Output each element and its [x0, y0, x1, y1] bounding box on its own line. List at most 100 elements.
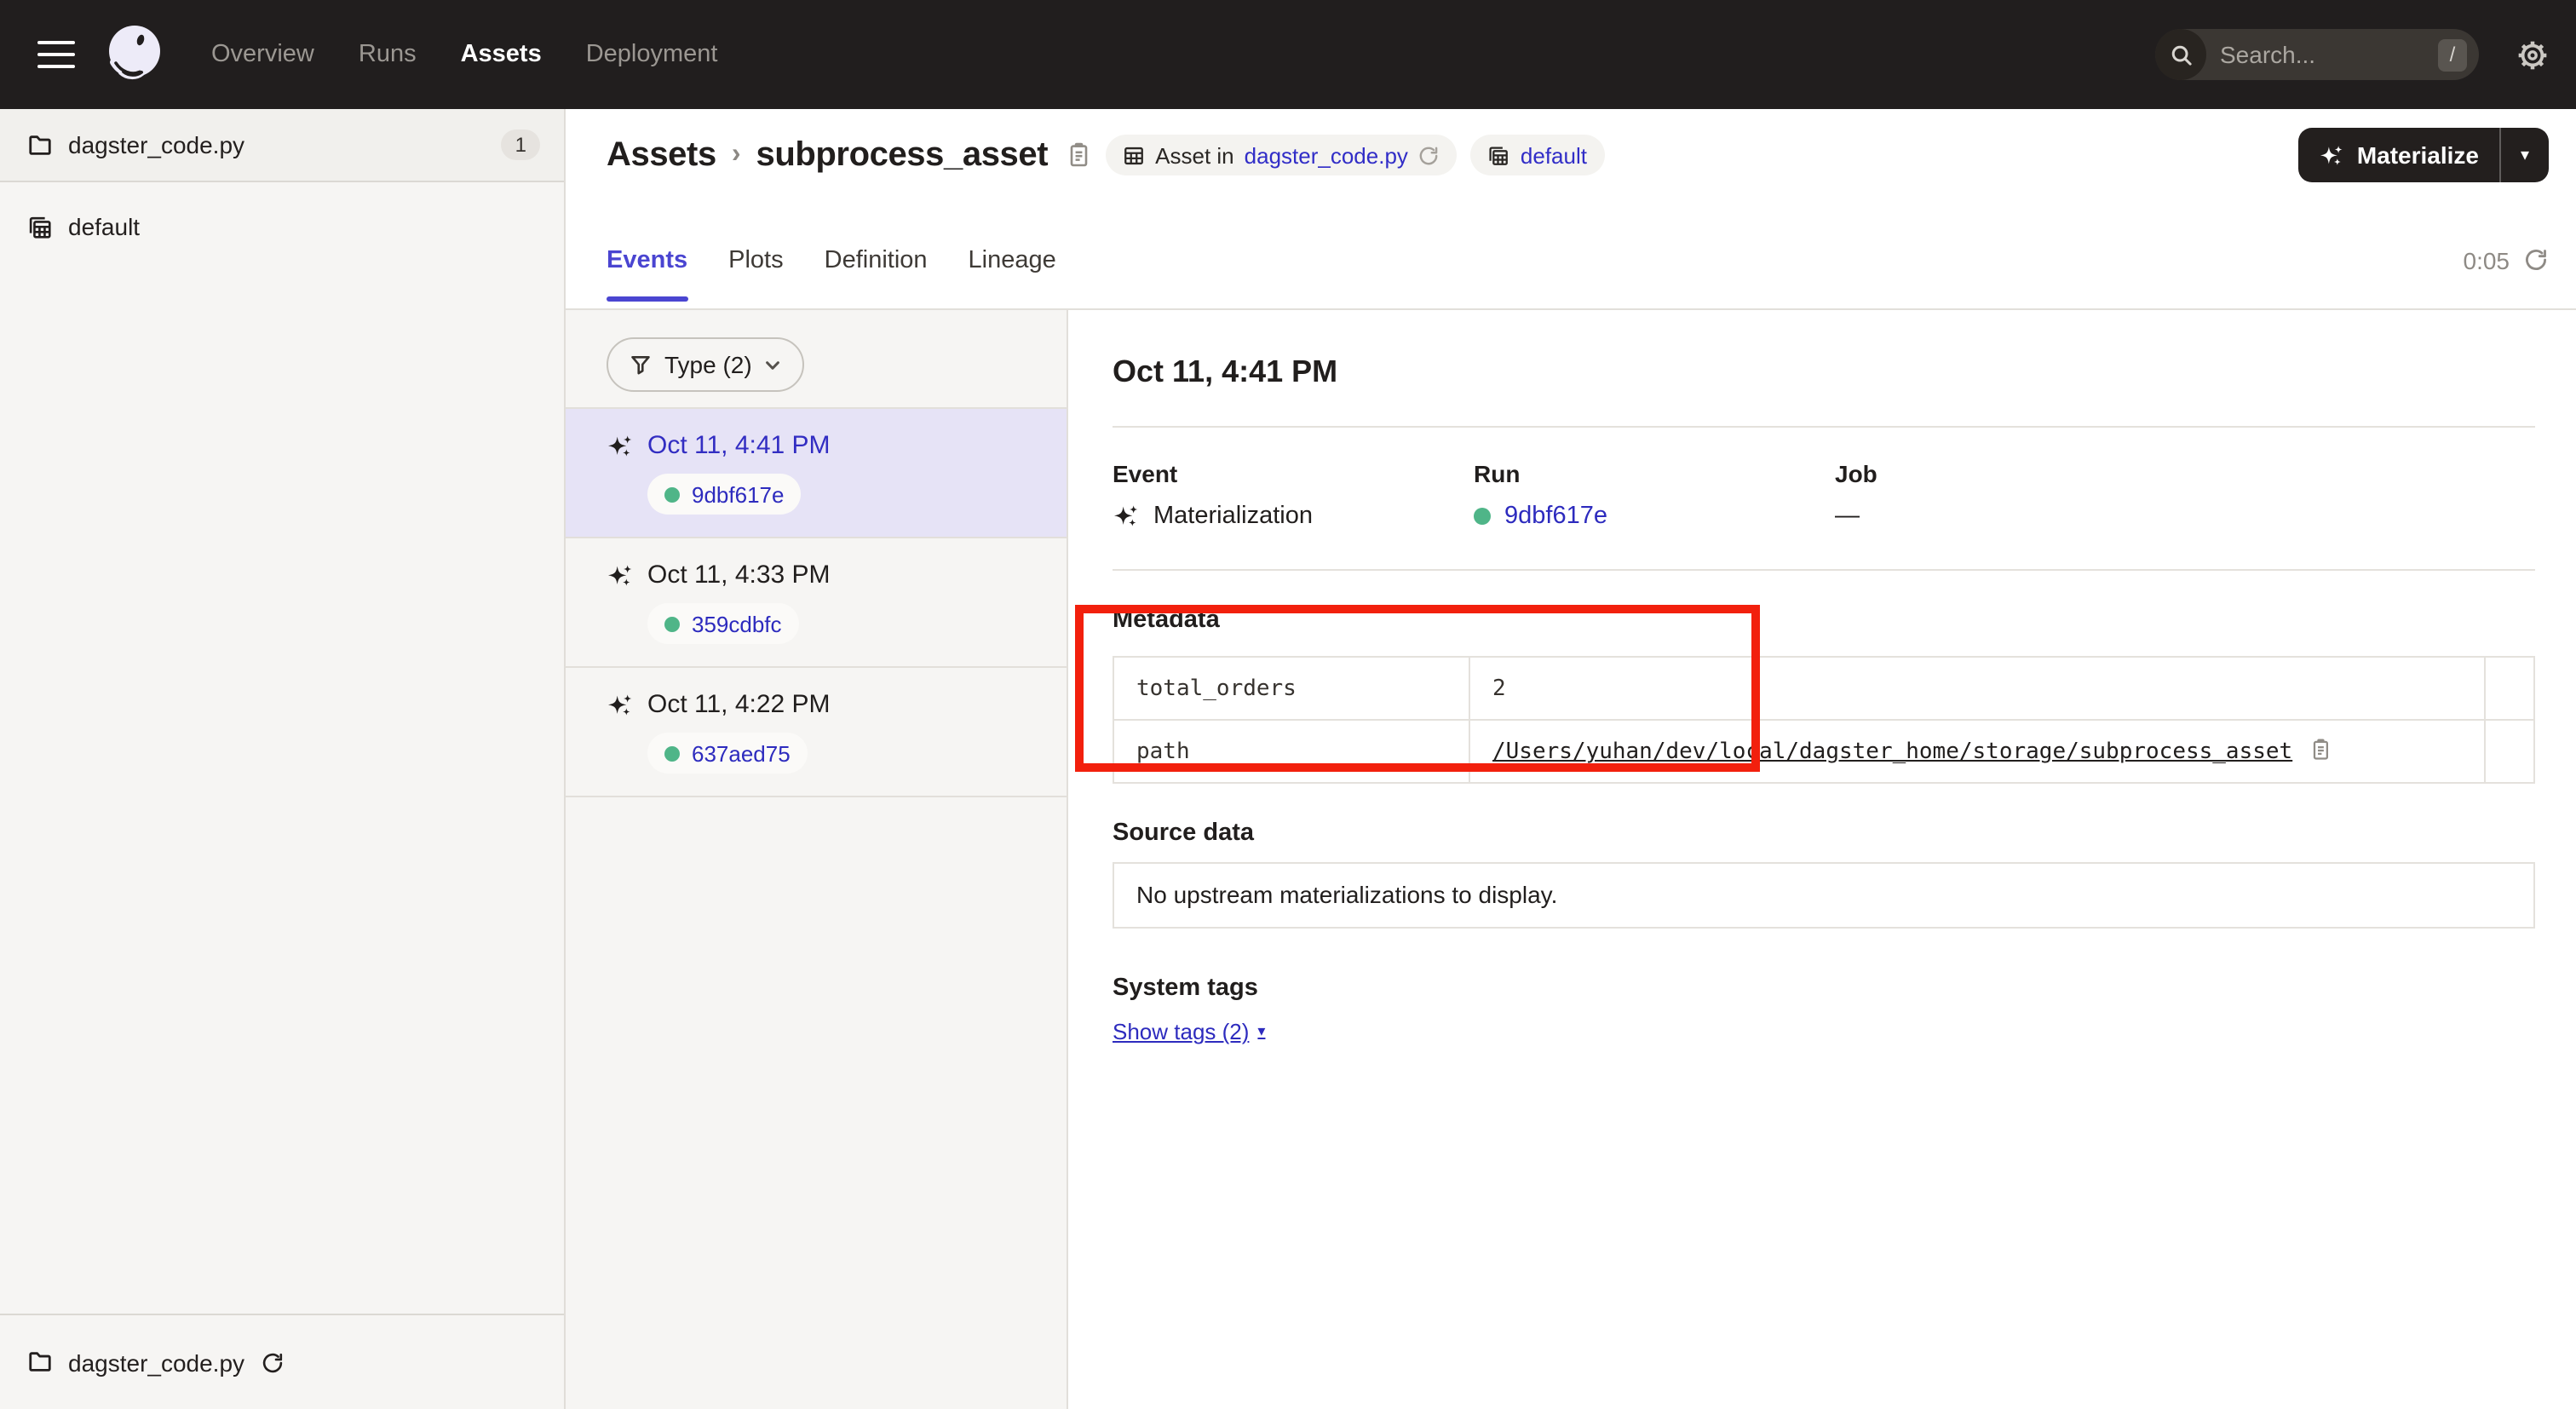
- path-link[interactable]: /Users/yuhan/dev/local/dagster_home/stor…: [1492, 739, 2292, 765]
- show-tags-toggle[interactable]: Show tags (2) ▾: [1113, 1019, 1265, 1044]
- reload-definitions-icon[interactable]: [1418, 144, 1440, 166]
- tab-plots[interactable]: Plots: [728, 211, 784, 308]
- run-chip[interactable]: 9dbf617e: [647, 474, 801, 515]
- event-row[interactable]: Oct 11, 4:41 PM 9dbf617e: [566, 409, 1067, 538]
- event-type-value: Materialization: [1153, 503, 1313, 530]
- metadata-table: total_orders 2 path /Users/yuhan/dev/loc…: [1113, 656, 2535, 784]
- main-content: Assets › subprocess_asset Asset in dagst…: [566, 109, 2576, 1409]
- menu-icon[interactable]: [37, 41, 75, 68]
- materialization-icon: [1113, 503, 1140, 530]
- tab-events[interactable]: Events: [607, 211, 687, 308]
- breadcrumb: Assets › subprocess_asset Asset in dagst…: [607, 135, 1604, 175]
- metadata-heading: Metadata: [1113, 607, 2535, 634]
- event-column: Event Materialization: [1113, 460, 1474, 530]
- type-filter-label: Type (2): [664, 351, 752, 378]
- run-column: Run 9dbf617e: [1474, 460, 1835, 530]
- copy-path-icon[interactable]: [2308, 738, 2332, 762]
- job-label: Job: [1835, 460, 2535, 487]
- materialization-icon: [607, 432, 634, 459]
- copy-asset-name-icon[interactable]: [1065, 141, 1092, 169]
- app: Overview Runs Assets Deployment Search..…: [0, 0, 2576, 1409]
- group-label: default: [68, 213, 140, 240]
- run-id-link[interactable]: 9dbf617e: [692, 481, 784, 507]
- system-tags-heading: System tags: [1113, 975, 2535, 1002]
- event-date: Oct 11, 4:33 PM: [647, 561, 831, 589]
- nav-overview[interactable]: Overview: [211, 41, 314, 68]
- page-title: subprocess_asset: [756, 135, 1048, 175]
- type-filter-button[interactable]: Type (2): [607, 337, 805, 392]
- metadata-key: path: [1113, 720, 1469, 783]
- nav-deployment[interactable]: Deployment: [586, 41, 718, 68]
- code-location-link[interactable]: dagster_code.py: [1245, 142, 1408, 168]
- event-detail-panel: Oct 11, 4:41 PM Event Materialization Ru…: [1068, 310, 2576, 1409]
- job-column: Job —: [1835, 460, 2535, 530]
- materialization-icon: [607, 691, 634, 718]
- materialization-icon: [607, 561, 634, 589]
- nav-assets[interactable]: Assets: [461, 41, 542, 68]
- breadcrumb-assets[interactable]: Assets: [607, 135, 716, 175]
- event-label: Event: [1113, 460, 1474, 487]
- event-detail-title: Oct 11, 4:41 PM: [1113, 354, 2535, 390]
- tab-definition[interactable]: Definition: [825, 211, 928, 308]
- code-location-label: dagster_code.py: [68, 131, 244, 158]
- run-id-link[interactable]: 9dbf617e: [1504, 503, 1607, 530]
- dagster-logo[interactable]: [99, 19, 170, 90]
- event-row[interactable]: Oct 11, 4:22 PM 637aed75: [566, 668, 1067, 797]
- chevron-down-icon: [764, 355, 783, 374]
- tab-bar: Events Plots Definition Lineage 0:05: [566, 201, 2576, 310]
- run-id-link[interactable]: 637aed75: [692, 740, 791, 766]
- event-date: Oct 11, 4:22 PM: [647, 690, 831, 719]
- event-date: Oct 11, 4:41 PM: [647, 431, 831, 460]
- job-empty-value: —: [1835, 503, 1860, 530]
- search-icon: [2155, 29, 2206, 80]
- asset-group-icon: [1488, 144, 1510, 166]
- funnel-icon: [629, 353, 653, 377]
- materialize-dropdown-caret[interactable]: ▾: [2501, 146, 2549, 164]
- metadata-value: 2: [1469, 657, 2485, 720]
- run-chip[interactable]: 637aed75: [647, 733, 808, 774]
- asset-count-badge: 1: [502, 129, 540, 160]
- run-id-link[interactable]: 359cdbfc: [692, 611, 782, 636]
- refresh-timer: 0:05: [2464, 246, 2550, 273]
- event-summary-grid: Event Materialization Run 9dbf617e: [1113, 460, 2535, 530]
- filter-bar: Type (2): [566, 310, 1067, 409]
- search-input[interactable]: Search... /: [2155, 29, 2479, 80]
- group-link[interactable]: default: [1521, 142, 1587, 168]
- caret-down-icon: ▾: [1257, 1022, 1265, 1041]
- sidebar-footer-code-location[interactable]: dagster_code.py: [0, 1314, 564, 1409]
- run-status-dot: [664, 745, 680, 761]
- source-data-heading: Source data: [1113, 820, 2535, 847]
- source-data-empty-message: No upstream materializations to display.: [1113, 862, 2535, 929]
- run-label: Run: [1474, 460, 1835, 487]
- top-nav-links: Overview Runs Assets Deployment: [211, 41, 717, 68]
- sparkle-icon: [2320, 142, 2345, 168]
- divider: [1113, 569, 2535, 571]
- sidebar-item-group-default[interactable]: default: [0, 191, 564, 262]
- code-location-chip[interactable]: Asset in dagster_code.py: [1106, 135, 1458, 175]
- chip-prefix: Asset in: [1155, 142, 1234, 168]
- tab-lineage[interactable]: Lineage: [969, 211, 1056, 308]
- refresh-icon[interactable]: [2523, 247, 2549, 273]
- table-row: path /Users/yuhan/dev/local/dagster_home…: [1113, 720, 2534, 783]
- refresh-countdown: 0:05: [2464, 246, 2510, 273]
- table-row: total_orders 2: [1113, 657, 2534, 720]
- sidebar: dagster_code.py 1 default dagster_code.p…: [0, 109, 566, 1409]
- group-chip[interactable]: default: [1471, 135, 1604, 175]
- folder-icon: [27, 132, 53, 158]
- search-shortcut-key: /: [2438, 38, 2467, 71]
- nav-runs[interactable]: Runs: [359, 41, 417, 68]
- event-row[interactable]: Oct 11, 4:33 PM 359cdbfc: [566, 538, 1067, 668]
- metadata-actions-cell: [2485, 720, 2534, 783]
- sidebar-item-code-location[interactable]: dagster_code.py 1: [0, 109, 564, 182]
- top-nav: Overview Runs Assets Deployment Search..…: [0, 0, 2576, 109]
- reload-location-icon[interactable]: [260, 1350, 284, 1374]
- materialize-label: Materialize: [2357, 141, 2479, 169]
- run-status-dot: [664, 486, 680, 502]
- search-placeholder: Search...: [2220, 41, 2438, 68]
- materialize-button[interactable]: Materialize ▾: [2299, 128, 2549, 182]
- table-icon: [1123, 144, 1145, 166]
- run-status-dot: [664, 616, 680, 631]
- events-panel: Type (2) Oct 11, 4:41 PM 9dbf617e: [566, 310, 1068, 1409]
- settings-gear-icon[interactable]: [2516, 38, 2549, 71]
- run-chip[interactable]: 359cdbfc: [647, 603, 799, 644]
